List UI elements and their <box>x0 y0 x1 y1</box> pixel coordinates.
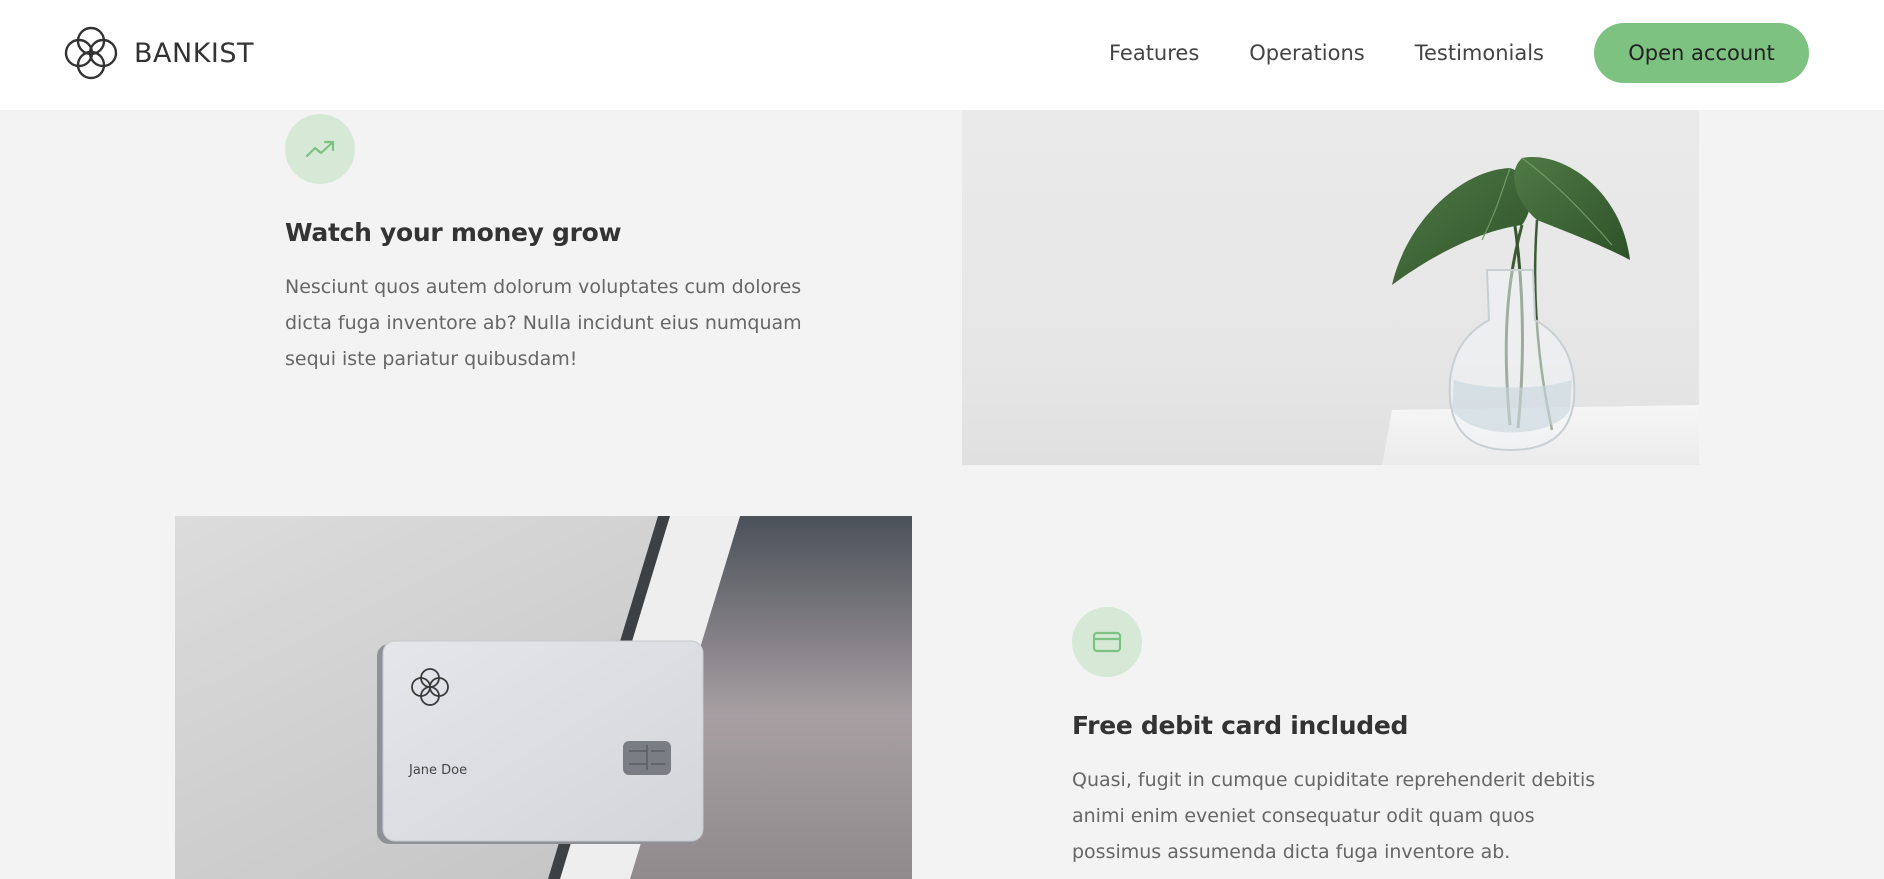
card-holder-name: Jane Doe <box>408 763 467 778</box>
feature-icon-badge <box>285 114 355 184</box>
card-chip-icon <box>623 741 671 775</box>
bankist-logo-icon <box>64 26 118 80</box>
feature-money-grow: Watch your money grow Nesciunt quos aute… <box>285 114 825 377</box>
nav-link-testimonials[interactable]: Testimonials <box>1415 41 1544 65</box>
brand-logo[interactable]: BANKIST <box>62 24 254 82</box>
debit-card-image: Jane Doe <box>175 516 912 879</box>
nav-link-operations[interactable]: Operations <box>1249 41 1364 65</box>
feature-title: Free debit card included <box>1072 711 1409 740</box>
feature-title: Watch your money grow <box>285 218 622 247</box>
feature-icon-badge <box>1072 607 1142 677</box>
credit-card-icon <box>1092 631 1122 653</box>
feature-description: Nesciunt quos autem dolorum voluptates c… <box>285 276 802 370</box>
plant-image <box>962 110 1699 465</box>
card-illustration: Jane Doe <box>175 516 912 879</box>
trending-up-icon <box>305 140 335 158</box>
brand-name: BANKIST <box>134 37 254 69</box>
nav-links: Features Operations Testimonials Open ac… <box>1109 23 1809 83</box>
feature-description: Quasi, fugit in cumque cupiditate repreh… <box>1072 769 1596 863</box>
feature-debit-card: Free debit card included Quasi, fugit in… <box>1072 607 1612 870</box>
top-navigation: BANKIST Features Operations Testimonials… <box>0 0 1884 110</box>
open-account-button[interactable]: Open account <box>1594 23 1809 83</box>
plant-illustration <box>1382 156 1699 465</box>
nav-link-features[interactable]: Features <box>1109 41 1199 65</box>
